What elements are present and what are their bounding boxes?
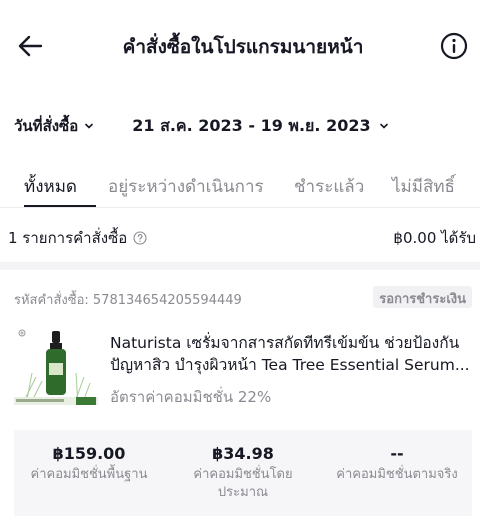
date-range-selector[interactable]: 21 ส.ค. 2023 - 19 พ.ย. 2023 (132, 114, 370, 139)
base-commission: ฿159.00 ค่าคอมมิชชั่นพื้นฐาน (14, 444, 164, 484)
status-tabs: ทั้งหมด อยู่ระหว่างดำเนินการ ชำระแล้ว ไม… (0, 168, 480, 208)
active-tab-indicator (24, 205, 96, 207)
status-badge: รอการชำระเงิน (373, 286, 472, 308)
order-card[interactable]: รหัสคำสั่งซื้อ: 578134654205594449 รอการ… (0, 270, 480, 522)
tab-in-progress[interactable]: อยู่ระหว่างดำเนินการ (108, 173, 264, 200)
tab-paid[interactable]: ชำระแล้ว (294, 173, 364, 200)
base-commission-value: ฿159.00 (52, 444, 126, 463)
chevron-down-icon (85, 123, 94, 129)
info-button[interactable] (438, 30, 470, 62)
help-icon[interactable] (133, 231, 147, 245)
product-image (14, 327, 98, 411)
info-icon (440, 32, 468, 60)
actual-commission-value: -- (390, 444, 404, 463)
order-count-text: 1 รายการคำสั่งซื้อ (8, 229, 128, 247)
status-bar (0, 0, 480, 8)
serum-bottle-image (14, 329, 98, 406)
order-count: 1 รายการคำสั่งซื้อ (8, 226, 147, 250)
commission-rate: อัตราค่าคอมมิชชั่น 22% (110, 388, 272, 406)
order-summary: 1 รายการคำสั่งซื้อ ฿0.00 ได้รับ (0, 222, 480, 250)
product-row[interactable]: Naturista เซรั่มจากสารสกัดทีทรีเข้มข้น ช… (14, 327, 474, 413)
actual-commission-label: ค่าคอมมิชชั่นตามจริง (336, 467, 458, 482)
order-id: รหัสคำสั่งซื้อ: 578134654205594449 (14, 293, 242, 308)
tab-all[interactable]: ทั้งหมด (24, 173, 77, 200)
page-title: คำสั่งซื้อในโปรแกรมนายหน้า (122, 36, 364, 58)
commission-breakdown: ฿159.00 ค่าคอมมิชชั่นพื้นฐาน ฿34.98 ค่าค… (14, 430, 472, 516)
order-date-filter[interactable]: วันที่สั่งซื้อ (14, 114, 78, 138)
product-title: Naturista เซรั่มจากสารสกัดทีทรีเข้มข้น ช… (110, 334, 470, 374)
received-amount: ฿0.00 ได้รับ (393, 229, 476, 247)
chevron-down-icon (379, 123, 388, 129)
actual-commission: -- ค่าคอมมิชชั่นตามจริง (322, 444, 472, 484)
date-filter-row: วันที่สั่งซื้อ 21 ส.ค. 2023 - 19 พ.ย. 20… (14, 112, 474, 140)
header: คำสั่งซื้อในโปรแกรมนายหน้า (0, 22, 480, 70)
estimated-commission-label: ค่าคอมมิชชั่นโดยประมาณ (193, 467, 293, 500)
base-commission-label: ค่าคอมมิชชั่นพื้นฐาน (30, 467, 148, 482)
section-divider (0, 262, 480, 270)
tab-ineligible[interactable]: ไม่มีสิทธิ์ (392, 173, 455, 200)
estimated-commission-value: ฿34.98 (212, 444, 274, 463)
estimated-commission: ฿34.98 ค่าคอมมิชชั่นโดยประมาณ (168, 444, 318, 502)
